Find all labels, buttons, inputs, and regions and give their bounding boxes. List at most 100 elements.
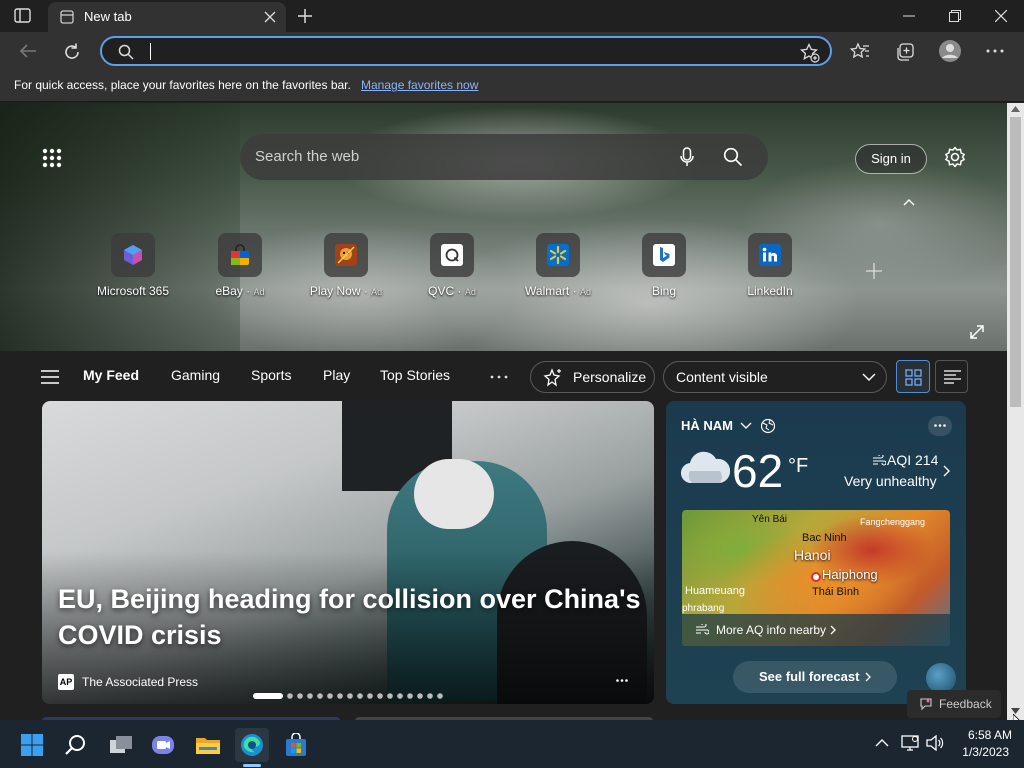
tab-sports[interactable]: Sports: [251, 367, 291, 383]
chevron-right-icon[interactable]: [943, 465, 951, 477]
quick-link-linkedin[interactable]: LinkedIn: [715, 233, 825, 303]
weather-location[interactable]: HÀ NAM: [681, 418, 733, 433]
hamburger-menu-icon[interactable]: [41, 370, 59, 384]
quick-link-qvc[interactable]: QVC · Ad: [397, 233, 507, 303]
expand-icon[interactable]: [970, 325, 984, 339]
vertical-scrollbar[interactable]: [1007, 103, 1024, 720]
top-story-card[interactable]: EU, Beijing heading for collision over C…: [42, 401, 654, 704]
quick-link-play-now[interactable]: Play Now · Ad: [291, 233, 401, 303]
scroll-up-arrow-icon[interactable]: [1011, 106, 1020, 112]
tab-my-feed[interactable]: My Feed: [83, 367, 139, 383]
source-name: The Associated Press: [82, 675, 199, 689]
feed-content: EU, Beijing heading for collision over C…: [0, 401, 1007, 729]
more-tabs-icon[interactable]: [490, 375, 508, 379]
quick-link-label: QVC: [428, 284, 455, 298]
close-window-button[interactable]: [978, 0, 1024, 32]
microsoft-store-icon[interactable]: [279, 728, 313, 762]
weather-assistant-icon[interactable]: [926, 663, 956, 693]
web-search-placeholder: Search the web: [255, 148, 360, 165]
search-icon[interactable]: [723, 147, 743, 167]
quick-link-microsoft-365[interactable]: Microsoft 365: [78, 233, 188, 303]
globe-icon[interactable]: [760, 418, 776, 434]
taskbar-search-icon[interactable]: [59, 728, 93, 762]
carousel-dots[interactable]: [253, 693, 445, 699]
collections-icon[interactable]: [895, 42, 915, 62]
refresh-icon[interactable]: [62, 42, 82, 62]
tab-actions-icon[interactable]: [14, 8, 32, 24]
clock-time[interactable]: 6:58 AM: [964, 728, 1012, 742]
collapse-chevron-icon[interactable]: [903, 198, 915, 206]
new-tab-button[interactable]: [296, 7, 314, 25]
web-search-box[interactable]: Search the web: [240, 134, 768, 180]
quick-link-ebay[interactable]: eBay · Ad: [185, 233, 295, 303]
address-bar[interactable]: [100, 36, 832, 66]
restore-button[interactable]: [932, 0, 978, 32]
bing-icon: [642, 233, 686, 277]
photo-hair-net: [414, 459, 494, 529]
add-quick-link-icon[interactable]: [865, 262, 883, 280]
personalize-button[interactable]: Personalize: [530, 361, 655, 393]
grid-view-icon: [905, 369, 922, 386]
air-quality-map[interactable]: Yên Bái Fangchenggang Bac Ninh Hanoi Hai…: [682, 510, 950, 646]
scrollbar-thumb[interactable]: [1010, 117, 1021, 407]
task-view-icon[interactable]: [104, 728, 138, 762]
content-visible-label: Content visible: [676, 369, 768, 385]
see-full-forecast-button[interactable]: See full forecast: [733, 661, 897, 693]
weather-more-button[interactable]: [928, 416, 952, 436]
grid-view-button[interactable]: [896, 360, 930, 393]
microphone-icon[interactable]: [680, 147, 694, 167]
add-favorite-icon[interactable]: [800, 43, 820, 63]
location-pin: [811, 572, 821, 582]
volume-icon[interactable]: [926, 735, 944, 751]
network-icon[interactable]: [901, 735, 919, 751]
map-label-huameuang: Huameuang: [685, 585, 745, 597]
new-tab-icon: [60, 10, 74, 24]
sparkle-star-icon: [543, 368, 563, 388]
file-explorer-icon[interactable]: [191, 728, 225, 762]
start-button-windows-icon[interactable]: [15, 728, 49, 762]
favorites-bar-message: For quick access, place your favorites h…: [14, 78, 351, 92]
weather-card[interactable]: HÀ NAM 62 °F AQI 214 Very unhealthy Yên …: [666, 401, 966, 704]
quick-link-walmart[interactable]: Walmart · Ad: [503, 233, 613, 303]
taskbar: 6:58 AM 1/3/2023: [0, 720, 1024, 768]
tab-new-tab[interactable]: New tab: [48, 2, 286, 32]
list-view-button[interactable]: [935, 360, 968, 393]
minimize-button[interactable]: [886, 0, 932, 32]
tab-gaming[interactable]: Gaming: [171, 367, 220, 383]
settings-gear-icon[interactable]: [944, 146, 966, 168]
back-icon[interactable]: [18, 42, 38, 60]
edge-browser-icon[interactable]: [235, 728, 269, 762]
personalize-label: Personalize: [573, 369, 647, 385]
more-options-icon[interactable]: [986, 49, 1004, 53]
quick-link-bing[interactable]: Bing: [609, 233, 719, 303]
close-tab-icon[interactable]: [264, 11, 276, 23]
map-label-phrabang: phrabang: [682, 603, 725, 614]
map-label-bac-ninh: Bac Ninh: [802, 532, 847, 544]
tab-play[interactable]: Play: [323, 367, 350, 383]
sign-in-button[interactable]: Sign in: [855, 144, 927, 174]
temperature-value: 62: [732, 445, 784, 497]
content-visibility-dropdown[interactable]: Content visible: [663, 361, 887, 393]
quick-link-label: eBay: [215, 284, 243, 298]
teams-chat-icon[interactable]: [147, 728, 181, 762]
app-launcher-icon[interactable]: [42, 148, 62, 168]
chevron-down-icon[interactable]: [740, 422, 752, 430]
more-aq-label: More AQ info nearby: [716, 623, 827, 637]
quick-link-label: Microsoft 365: [96, 284, 170, 298]
manage-favorites-link[interactable]: Manage favorites now: [361, 78, 478, 92]
air-quality-icon: [872, 455, 886, 467]
chevron-right-icon: [830, 625, 836, 635]
ad-badge: Ad: [579, 287, 591, 297]
more-aq-link[interactable]: More AQ info nearby: [682, 614, 950, 646]
story-more-icon[interactable]: [616, 679, 628, 682]
quick-link-label: Play Now: [309, 284, 361, 298]
headline[interactable]: EU, Beijing heading for collision over C…: [58, 581, 648, 653]
feedback-button[interactable]: Feedback: [907, 690, 1001, 718]
aqi-status: Very unhealthy: [844, 473, 937, 489]
clock-date[interactable]: 1/3/2023: [961, 745, 1009, 759]
map-label-thai-binh: Thái Bình: [812, 586, 860, 598]
show-hidden-icons-chevron-icon[interactable]: [875, 738, 889, 747]
favorites-icon[interactable]: [850, 42, 870, 62]
profile-avatar[interactable]: [938, 39, 962, 63]
tab-top-stories[interactable]: Top Stories: [380, 367, 450, 383]
